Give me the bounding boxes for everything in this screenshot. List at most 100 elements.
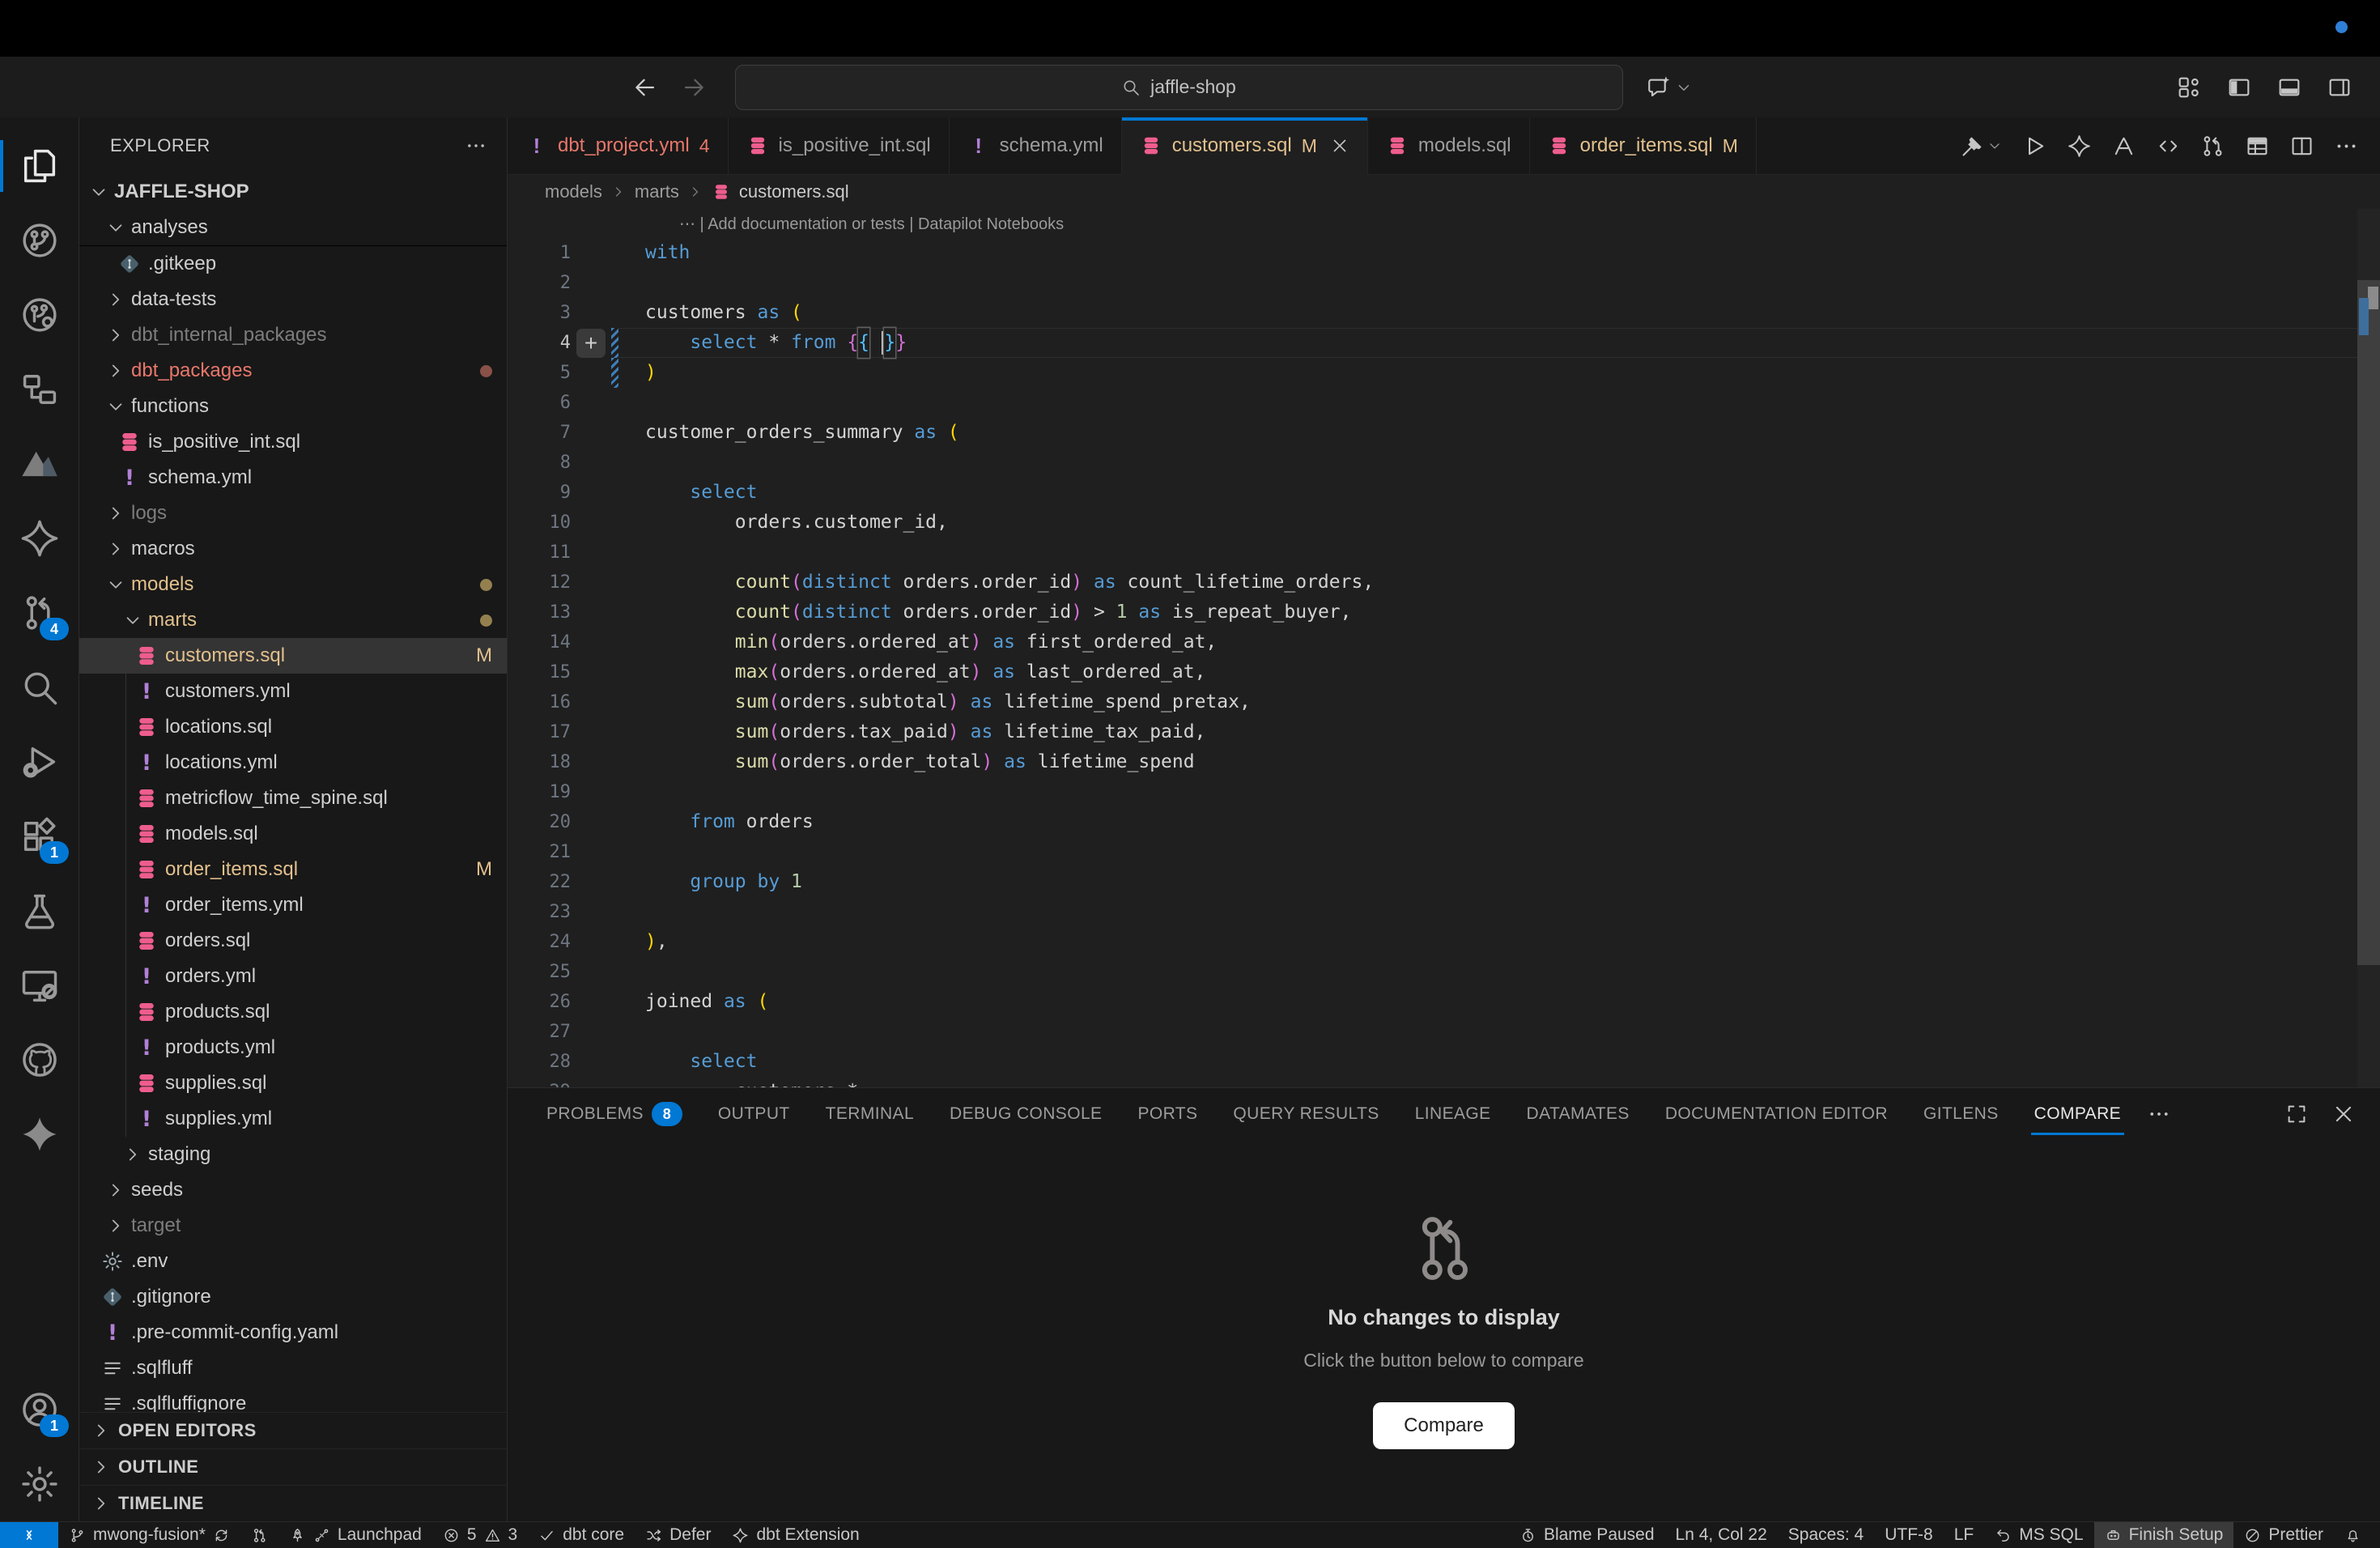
activity-item-explorer[interactable]: [0, 129, 79, 203]
code-line-20[interactable]: 20 from orders: [508, 807, 2380, 837]
status-launchpad[interactable]: Launchpad: [278, 1522, 432, 1548]
add-action-button[interactable]: +: [576, 329, 606, 358]
code-line-24[interactable]: 24),: [508, 927, 2380, 957]
tree-item-seeds[interactable]: seeds: [79, 1172, 507, 1208]
maximize-panel-icon[interactable]: [2284, 1102, 2309, 1126]
status-notifications[interactable]: [2334, 1522, 2372, 1548]
tab-models-sql[interactable]: models.sql: [1368, 117, 1530, 174]
activity-item-settings[interactable]: [0, 1447, 79, 1521]
status-defer[interactable]: Defer: [635, 1522, 721, 1548]
code-line-26[interactable]: 26joined as (: [508, 987, 2380, 1017]
toggle-secondary-sidebar-icon[interactable]: [2327, 74, 2352, 100]
breadcrumb-file[interactable]: customers.sql: [739, 181, 849, 202]
breadcrumb-part[interactable]: marts: [635, 181, 679, 202]
code-line-21[interactable]: 21: [508, 837, 2380, 867]
code-line-3[interactable]: 3customers as (: [508, 298, 2380, 328]
status-remote-indicator[interactable]: [0, 1522, 58, 1548]
more-actions-button[interactable]: [2334, 134, 2359, 159]
tab-is-positive-int-sql[interactable]: is_positive_int.sql: [729, 117, 950, 174]
tab-order-items-sql[interactable]: order_items.sqlM: [1530, 117, 1757, 174]
panel-tab-documentation-editor[interactable]: DOCUMENTATION EDITOR: [1651, 1088, 1902, 1140]
tree-item-analyses[interactable]: analyses: [79, 210, 507, 246]
tree-item-supplies-yml[interactable]: !supplies.yml: [79, 1101, 507, 1137]
code-line-4[interactable]: 4+ select * from {{ }}: [508, 328, 2380, 358]
tree-item-dbt-packages[interactable]: dbt_packages: [79, 353, 507, 389]
tree-item-sqlfluffignore[interactable]: .sqlfluffignore: [79, 1386, 507, 1412]
panel-tab-gitlens[interactable]: GITLENS: [1909, 1088, 2013, 1140]
status-encoding[interactable]: UTF-8: [1874, 1522, 1944, 1548]
status-eol[interactable]: LF: [1944, 1522, 1985, 1548]
datapilot-button[interactable]: [2111, 134, 2136, 159]
toggle-panel-icon[interactable]: [2276, 74, 2302, 100]
activity-item-testing[interactable]: [0, 874, 79, 948]
code-line-5[interactable]: 5): [508, 358, 2380, 388]
code-line-19[interactable]: 19: [508, 777, 2380, 807]
customize-layout-icon[interactable]: [2176, 74, 2202, 100]
tree-item-staging[interactable]: staging: [79, 1137, 507, 1172]
status-cursor-position[interactable]: Ln 4, Col 22: [1665, 1522, 1778, 1548]
status-finish-setup[interactable]: Finish Setup: [2094, 1522, 2234, 1548]
activity-item-flowchart-view[interactable]: [0, 352, 79, 427]
codelens-actions[interactable]: ⋯ | Add documentation or tests | Datapil…: [679, 212, 2380, 236]
tree-item-logs[interactable]: logs: [79, 495, 507, 531]
tree-item-locations-sql[interactable]: locations.sql: [79, 709, 507, 745]
activity-item-dbt-solid[interactable]: [0, 1097, 79, 1172]
tree-item-order-items-sql[interactable]: order_items.sqlM: [79, 852, 507, 887]
code-line-27[interactable]: 27: [508, 1017, 2380, 1047]
code-line-1[interactable]: 1with: [508, 238, 2380, 268]
activity-item-source-control-circle[interactable]: [0, 203, 79, 278]
code-line-25[interactable]: 25: [508, 957, 2380, 987]
views-and-more-actions-icon[interactable]: [465, 134, 487, 157]
dbt-action-button[interactable]: [2067, 134, 2092, 159]
breadcrumb-part[interactable]: models: [545, 181, 602, 202]
build-dbt-button[interactable]: [1960, 134, 2003, 159]
code-line-28[interactable]: 28 select: [508, 1047, 2380, 1077]
tree-item-orders-sql[interactable]: orders.sql: [79, 923, 507, 959]
copilot-menu[interactable]: [1646, 74, 1693, 100]
panel-tab-query-results[interactable]: QUERY RESULTS: [1218, 1088, 1393, 1140]
tree-item-pre-commit-config-yaml[interactable]: !.pre-commit-config.yaml: [79, 1315, 507, 1350]
activity-item-search[interactable]: [0, 650, 79, 725]
tree-item-supplies-sql[interactable]: supplies.sql: [79, 1065, 507, 1101]
tree-item-customers-sql[interactable]: customers.sqlM: [79, 638, 507, 674]
activity-item-remote-explorer[interactable]: [0, 948, 79, 1023]
tree-item-dbt-internal-packages[interactable]: dbt_internal_packages: [79, 317, 507, 353]
status-language-mode[interactable]: MS SQL: [1984, 1522, 2093, 1548]
code-line-14[interactable]: 14 min(orders.ordered_at) as first_order…: [508, 627, 2380, 657]
activity-item-github[interactable]: [0, 1023, 79, 1097]
panel-tab-debug-console[interactable]: DEBUG CONSOLE: [935, 1088, 1116, 1140]
tab-customers-sql[interactable]: customers.sqlM: [1122, 117, 1368, 175]
status-commit-graph-status[interactable]: [240, 1522, 278, 1548]
code-line-15[interactable]: 15 max(orders.ordered_at) as last_ordere…: [508, 657, 2380, 687]
editor-scrollbar[interactable]: [2357, 209, 2380, 1087]
code-line-17[interactable]: 17 sum(orders.tax_paid) as lifetime_tax_…: [508, 717, 2380, 747]
sidebar-section-timeline[interactable]: TIMELINE: [79, 1485, 507, 1521]
panel-tab-terminal[interactable]: TERMINAL: [811, 1088, 929, 1140]
activity-item-extensions[interactable]: 1: [0, 799, 79, 874]
compare-button[interactable]: Compare: [1373, 1402, 1515, 1449]
breadcrumb[interactable]: models marts customers.sql: [508, 175, 2380, 209]
tree-item-products-yml[interactable]: !products.yml: [79, 1030, 507, 1065]
query-results-button[interactable]: [2245, 134, 2270, 159]
tree-item-data-tests[interactable]: data-tests: [79, 282, 507, 317]
panel-tab-datamates[interactable]: DATAMATES: [1512, 1088, 1644, 1140]
run-query-button[interactable]: [2022, 134, 2047, 159]
activity-item-datamates-logo[interactable]: [0, 427, 79, 501]
code-line-7[interactable]: 7customer_orders_summary as (: [508, 418, 2380, 448]
tab-dbt-project-yml[interactable]: !dbt_project.yml4: [508, 117, 729, 174]
tree-item-macros[interactable]: macros: [79, 531, 507, 567]
scrollbar-thumb[interactable]: [2357, 280, 2380, 965]
code-line-23[interactable]: 23: [508, 897, 2380, 927]
code-line-12[interactable]: 12 count(distinct orders.order_id) as co…: [508, 568, 2380, 598]
forward-arrow-icon[interactable]: [680, 74, 708, 101]
back-arrow-icon[interactable]: [631, 74, 659, 101]
tree-item-locations-yml[interactable]: !locations.yml: [79, 745, 507, 780]
command-center-search[interactable]: jaffle-shop: [735, 65, 1623, 110]
tree-item-jaffle-shop[interactable]: JAFFLE-SHOP: [79, 174, 507, 210]
activity-item-source-control-alt[interactable]: [0, 278, 79, 352]
tree-item-env[interactable]: .env: [79, 1244, 507, 1279]
code-line-9[interactable]: 9 select: [508, 478, 2380, 508]
code-line-6[interactable]: 6: [508, 388, 2380, 418]
tree-item-models[interactable]: models: [79, 567, 507, 602]
tab-schema-yml[interactable]: !schema.yml: [950, 117, 1122, 174]
